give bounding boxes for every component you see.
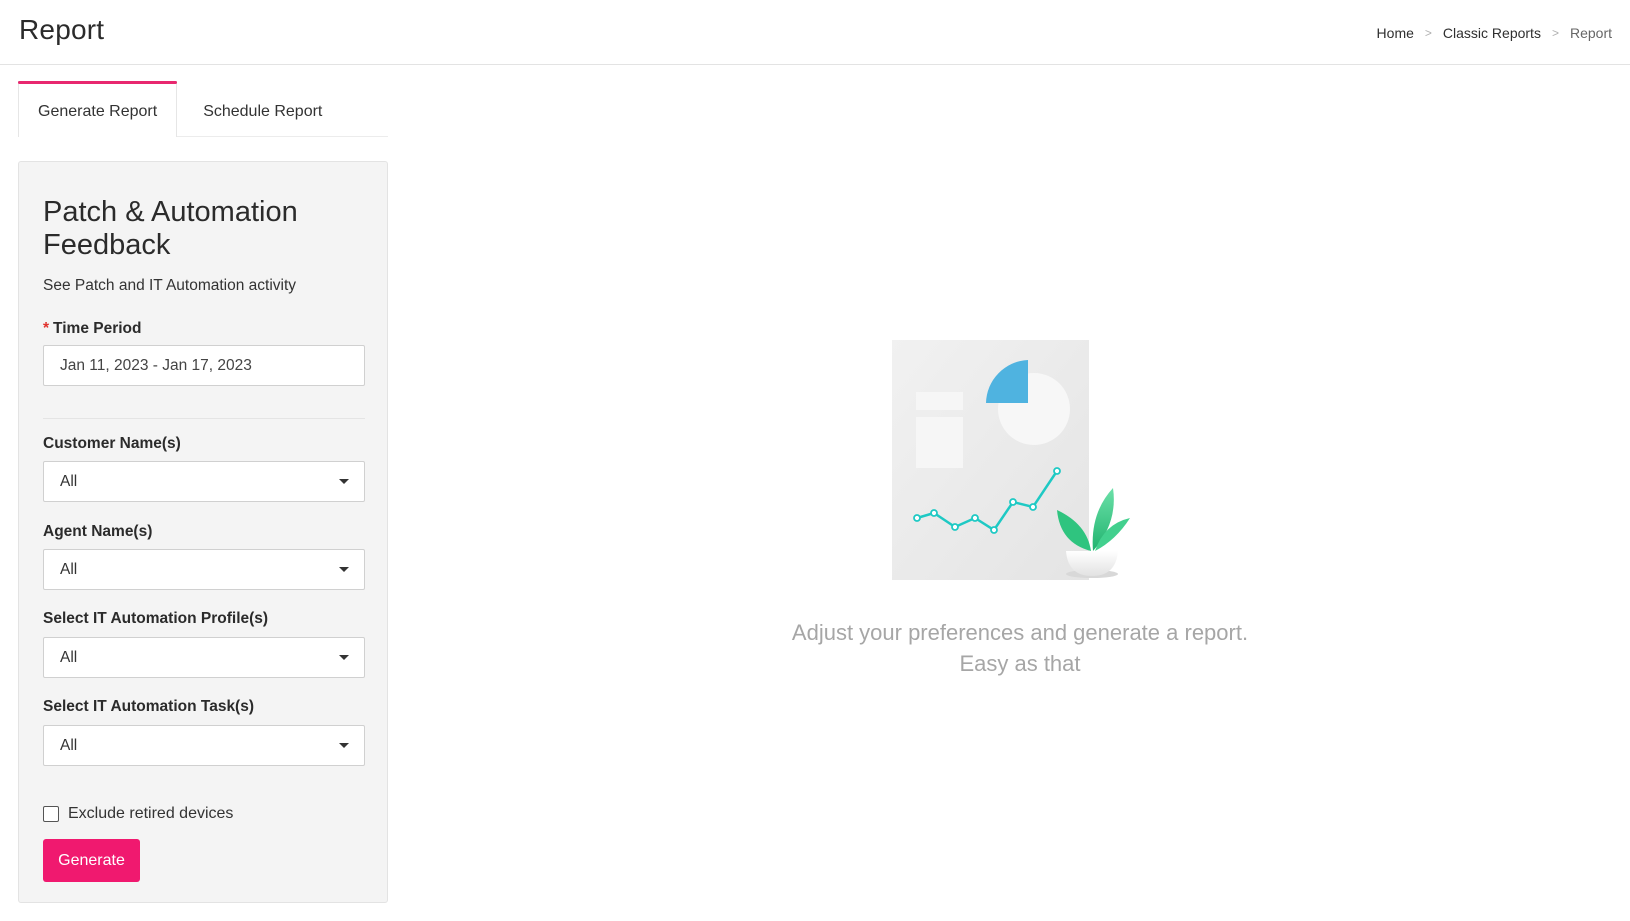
breadcrumb-current: Report [1569, 25, 1612, 41]
time-period-label-text: Time Period [53, 320, 142, 337]
page-title: Report [19, 14, 105, 45]
agent-names-value: All [60, 560, 78, 578]
report-options-panel: Patch & Automation Feedback See Patch an… [18, 161, 388, 903]
generate-button[interactable]: Generate [43, 839, 140, 882]
top-header: Report Home > Classic Reports > Report [0, 0, 1630, 65]
time-period-input[interactable]: Jan 11, 2023 - Jan 17, 2023 [43, 345, 365, 386]
automation-profiles-value: All [60, 648, 78, 666]
trend-point [1053, 467, 1061, 475]
exclude-retired-label: Exclude retired devices [68, 805, 234, 822]
automation-tasks-label: Select IT Automation Task(s) [43, 698, 255, 715]
breadcrumb-classic-reports[interactable]: Classic Reports [1443, 25, 1541, 41]
time-period-label: * Time Period [43, 320, 141, 338]
breadcrumb-home[interactable]: Home [1377, 25, 1414, 41]
automation-tasks-select[interactable]: All [43, 725, 365, 766]
block-shape [916, 417, 963, 468]
empty-state-line-1: Adjust your preferences and generate a r… [791, 620, 1249, 645]
required-marker: * [43, 320, 50, 337]
chevron-down-icon [339, 743, 349, 748]
trend-point [1029, 503, 1037, 511]
trend-point [930, 509, 938, 517]
automation-tasks-value: All [60, 736, 78, 754]
tab-generate-report[interactable]: Generate Report [18, 81, 178, 137]
customer-names-value: All [60, 472, 78, 490]
breadcrumb-separator: > [1551, 26, 1559, 40]
automation-profiles-select[interactable]: All [43, 637, 365, 678]
breadcrumb-separator: > [1424, 26, 1432, 40]
report-illustration [892, 340, 1130, 580]
chevron-down-icon [339, 655, 349, 660]
agent-names-label: Agent Name(s) [43, 523, 153, 540]
trend-point [1009, 498, 1017, 506]
trend-point [971, 514, 979, 522]
exclude-retired-row[interactable]: Exclude retired devices [43, 805, 233, 823]
block-shape [916, 392, 963, 410]
customer-names-select[interactable]: All [43, 461, 365, 502]
breadcrumb: Home > Classic Reports > Report [1377, 25, 1612, 41]
report-tabs: Generate Report Schedule Report [18, 81, 388, 137]
tab-schedule-report[interactable]: Schedule Report [177, 81, 341, 137]
chevron-down-icon [339, 479, 349, 484]
customer-names-label: Customer Name(s) [43, 435, 181, 452]
trend-point [990, 526, 998, 534]
trend-point [951, 523, 959, 531]
panel-title: Patch & Automation Feedback [43, 196, 298, 261]
exclude-retired-checkbox[interactable] [43, 806, 59, 822]
divider [43, 418, 365, 419]
empty-state-line-2: Easy as that [959, 651, 1081, 676]
automation-profiles-label: Select IT Automation Profile(s) [43, 610, 269, 627]
chevron-down-icon [339, 567, 349, 572]
panel-subtitle: See Patch and IT Automation activity [43, 277, 297, 294]
empty-state-message: Adjust your preferences and generate a r… [700, 617, 1340, 679]
agent-names-select[interactable]: All [43, 549, 365, 590]
trend-point [913, 514, 921, 522]
